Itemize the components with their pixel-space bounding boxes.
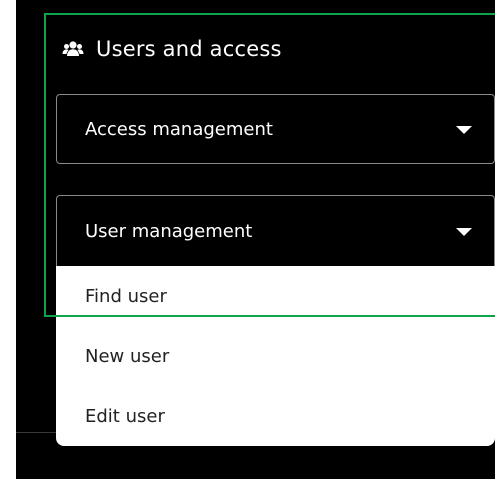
menu-item-edit-user[interactable]: Edit user [56, 386, 495, 446]
menu-item-new-user[interactable]: New user [56, 326, 495, 386]
caret-down-icon [456, 126, 472, 134]
section-header: Users and access [62, 32, 282, 66]
section-title: Users and access [96, 37, 282, 61]
users-icon [62, 38, 84, 60]
menu-item-find-user[interactable]: Find user [56, 266, 495, 326]
access-management-select[interactable]: Access management [56, 94, 495, 164]
access-management-label: Access management [85, 118, 273, 140]
caret-down-icon [456, 228, 472, 236]
user-management-select[interactable]: User management [56, 195, 495, 266]
user-management-label: User management [85, 220, 253, 242]
user-management-menu: Find user New user Edit user [56, 266, 495, 446]
divider [16, 432, 56, 433]
